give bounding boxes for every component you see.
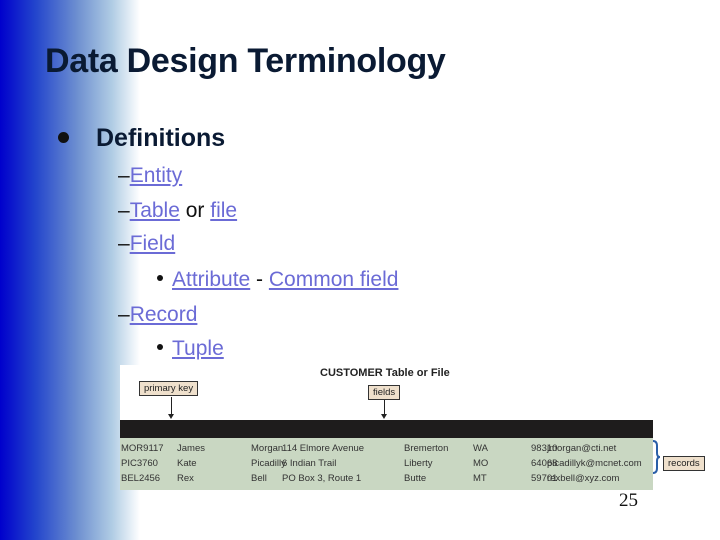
link-entity[interactable]: Entity bbox=[130, 164, 183, 187]
item-tuple: Tuple bbox=[157, 337, 224, 361]
separator: - bbox=[250, 268, 269, 291]
link-tuple[interactable]: Tuple bbox=[172, 337, 224, 360]
table-body: MOR9117 James Morgan 114 Elmore Avenue Breme… bbox=[120, 438, 653, 490]
item-entity: –Entity bbox=[118, 164, 182, 188]
records-brace-icon bbox=[652, 440, 661, 474]
arrow-down-icon bbox=[381, 414, 387, 419]
table-header-bar bbox=[120, 420, 653, 438]
table-cell: MO bbox=[473, 458, 489, 469]
figure-title: CUSTOMER Table or File bbox=[320, 367, 450, 379]
primary-key-arrow bbox=[171, 397, 172, 415]
table-cell: BEL2456 bbox=[121, 473, 161, 484]
link-file[interactable]: file bbox=[210, 199, 237, 222]
small-bullet-icon bbox=[157, 344, 163, 351]
table-cell: 114 Elmore Avenue bbox=[282, 443, 365, 454]
table-cell: Picadilly bbox=[251, 458, 286, 469]
small-bullet-icon bbox=[157, 275, 163, 282]
dash: – bbox=[118, 164, 130, 187]
table-cell: James bbox=[177, 443, 205, 454]
primary-key-callout: primary key bbox=[139, 381, 199, 396]
link-field[interactable]: Field bbox=[130, 232, 176, 255]
item-table-or-file: –Table or file bbox=[118, 199, 237, 223]
link-attribute[interactable]: Attribute bbox=[172, 268, 250, 291]
table-cell: MT bbox=[473, 473, 487, 484]
table-cell: rexbell@xyz.com bbox=[547, 473, 620, 484]
table-cell: PO Box 3, Route 1 bbox=[282, 473, 362, 484]
item-record: –Record bbox=[118, 303, 197, 327]
table-cell: 6 Indian Trail bbox=[282, 458, 337, 469]
table-cell: Rex bbox=[177, 473, 194, 484]
customer-table-figure: CUSTOMER Table or File primary key field… bbox=[120, 365, 655, 490]
bullet-label: Definitions bbox=[96, 124, 226, 152]
table-cell: Morgan bbox=[251, 443, 284, 454]
dash: – bbox=[118, 232, 130, 255]
table-cell: MOR9117 bbox=[121, 443, 164, 454]
slide-title: Data Design Terminology bbox=[45, 42, 446, 80]
dash: – bbox=[118, 303, 130, 326]
table-cell: Bell bbox=[251, 473, 267, 484]
link-common-field[interactable]: Common field bbox=[269, 268, 399, 291]
records-callout: records bbox=[663, 456, 705, 471]
table-cell: WA bbox=[473, 443, 488, 454]
table-cell: Liberty bbox=[404, 458, 433, 469]
fields-callout: fields bbox=[368, 385, 401, 400]
page-number: 25 bbox=[619, 490, 638, 511]
sidebar-gradient bbox=[0, 0, 140, 540]
table-cell: Bremerton bbox=[404, 443, 449, 454]
table-cell: Kate bbox=[177, 458, 197, 469]
item-field: –Field bbox=[118, 232, 175, 256]
link-record[interactable]: Record bbox=[130, 303, 198, 326]
table-cell: PIC3760 bbox=[121, 458, 158, 469]
table-cell: jmorgan@cti.net bbox=[547, 443, 617, 454]
bullet-definitions: Definitions bbox=[58, 124, 225, 153]
fields-arrow bbox=[384, 400, 385, 415]
table-cell: picadillyk@mcnet.com bbox=[547, 458, 642, 469]
table-cell: Butte bbox=[404, 473, 427, 484]
link-table[interactable]: Table bbox=[130, 199, 180, 222]
or-text: or bbox=[179, 199, 211, 222]
bullet-icon bbox=[58, 131, 69, 143]
dash: – bbox=[118, 199, 130, 222]
item-attribute: Attribute - Common field bbox=[157, 268, 398, 292]
arrow-down-icon bbox=[168, 414, 174, 419]
